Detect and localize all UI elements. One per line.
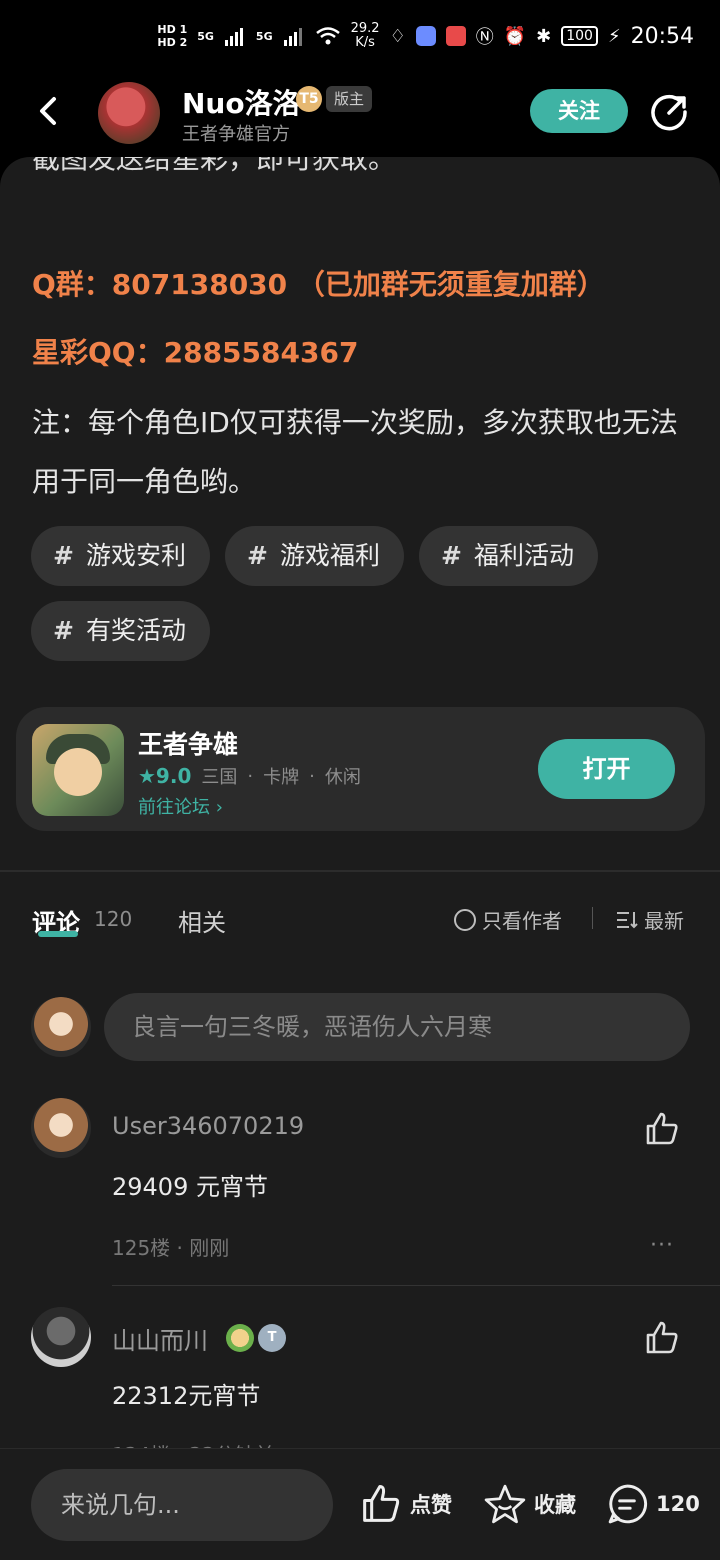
status-bar: HD 1 HD 2 5G 5G 29.2 K/s ♢ Ⓝ ⏰ ✱ 100 ⚡ 2… — [0, 0, 720, 78]
post-content-sheet: 截图发送给星彩，即可获取。 Q群：807138030 （已加群无须重复加群） 星… — [0, 157, 720, 1559]
follow-button[interactable]: 关注 — [530, 89, 628, 133]
wifi-icon — [315, 27, 340, 45]
favorite-button[interactable]: 收藏 — [484, 1483, 576, 1525]
hash-icon: # — [441, 541, 462, 570]
only-author-toggle[interactable]: 只看作者 — [454, 905, 562, 934]
comment-divider — [112, 1285, 720, 1286]
author-avatar[interactable] — [98, 82, 160, 144]
like-button[interactable]: 点赞 — [360, 1483, 452, 1525]
hash-icon: # — [247, 541, 268, 570]
game-app-icon — [32, 724, 124, 816]
section-divider — [0, 870, 720, 872]
author-name[interactable]: Nuo洛洛 — [182, 82, 301, 122]
app-notification-icon: ♢ — [389, 25, 406, 47]
nfc-icon: Ⓝ — [475, 27, 494, 48]
comment-input[interactable]: 良言一句三冬暖，恶语伤人六月寒 — [104, 993, 690, 1061]
signal-icon — [224, 28, 243, 46]
hash-icon: # — [53, 541, 74, 570]
share-icon[interactable] — [650, 92, 690, 132]
hd-indicators: HD 1 HD 2 — [157, 23, 188, 49]
game-title: 王者争雄 — [138, 730, 239, 759]
battery-indicator: 100 — [561, 26, 598, 46]
thumbs-up-icon[interactable] — [644, 1320, 680, 1356]
divider — [592, 907, 593, 929]
bluetooth-icon: ✱ — [536, 25, 552, 47]
comments-button[interactable]: 120 — [606, 1483, 700, 1525]
commenter-name[interactable]: 山山而川 — [112, 1321, 208, 1356]
signal-1-label: 5G — [197, 29, 214, 43]
user-badge-icon — [226, 1324, 254, 1352]
tag-chip[interactable]: # 游戏安利 — [31, 526, 210, 586]
level-badge: T5 — [296, 86, 322, 112]
forum-link[interactable]: 前往论坛 › — [138, 793, 223, 819]
active-tab-indicator — [38, 931, 78, 937]
commenter-name[interactable]: User346070219 — [112, 1112, 304, 1140]
thumbs-up-icon[interactable] — [644, 1111, 680, 1147]
hash-icon: # — [53, 616, 74, 645]
level-badge-icon: T — [258, 1324, 286, 1352]
charging-icon: ⚡ — [607, 25, 621, 47]
open-game-button[interactable]: 打开 — [538, 739, 675, 799]
thumbs-up-icon — [363, 1484, 400, 1522]
radio-icon — [454, 908, 476, 931]
game-meta: ★9.0 三国 · 卡牌 · 休闲 — [138, 764, 361, 788]
comment-text: 22312元宵节 — [112, 1382, 261, 1410]
tab-related[interactable]: 相关 — [178, 903, 226, 938]
sort-toggle[interactable]: 最新 — [616, 905, 684, 934]
my-avatar — [31, 997, 91, 1057]
author-subtitle: 王者争雄官方 — [182, 124, 290, 145]
more-options-icon[interactable]: ··· — [650, 1233, 674, 1258]
clock: 20:54 — [630, 23, 694, 49]
post-header: Nuo洛洛 T5 版主 王者争雄官方 关注 — [0, 78, 720, 164]
reply-input[interactable]: 来说几句... — [31, 1469, 333, 1541]
sort-icon — [617, 911, 638, 928]
commenter-avatar[interactable] — [31, 1098, 91, 1158]
network-speed: 29.2 K/s — [350, 21, 380, 50]
comment-bubble-icon — [608, 1484, 648, 1524]
bottom-action-bar: 来说几句... 点赞 收藏 120 — [0, 1448, 720, 1560]
moderator-badge: 版主 — [326, 86, 373, 112]
qq-group-text: Q群：807138030 （已加群无须重复加群） — [32, 268, 605, 301]
signal-2-label: 5G — [255, 29, 273, 43]
post-note: 注：每个角色ID仅可获得一次奖励，多次获取也无法用于同一角色哟。 — [32, 406, 678, 498]
back-arrow-icon[interactable] — [34, 96, 64, 126]
game-card[interactable]: 王者争雄 ★9.0 三国 · 卡牌 · 休闲 前往论坛 › 打开 — [16, 707, 705, 831]
comment-count: 120 — [94, 907, 133, 931]
comment-meta: 125楼 · 刚刚 — [112, 1236, 230, 1260]
star-icon — [484, 1484, 526, 1524]
tag-chip[interactable]: # 有奖活动 — [31, 601, 210, 661]
commenter-avatar[interactable] — [31, 1307, 91, 1367]
alarm-icon: ⏰ — [503, 25, 527, 47]
tag-chip[interactable]: # 游戏福利 — [225, 526, 404, 586]
signal-icon — [283, 28, 302, 46]
post-text-clipped: 截图发送给星彩，即可获取。 — [32, 157, 397, 175]
shopping-app-icon — [445, 26, 466, 46]
tag-chip[interactable]: # 福利活动 — [419, 526, 598, 586]
game-rating: ★9.0 — [138, 764, 192, 788]
comment-text: 29409 元宵节 — [112, 1173, 268, 1201]
qq-star-text: 星彩QQ：2885584367 — [32, 336, 359, 369]
music-app-icon — [415, 26, 436, 46]
